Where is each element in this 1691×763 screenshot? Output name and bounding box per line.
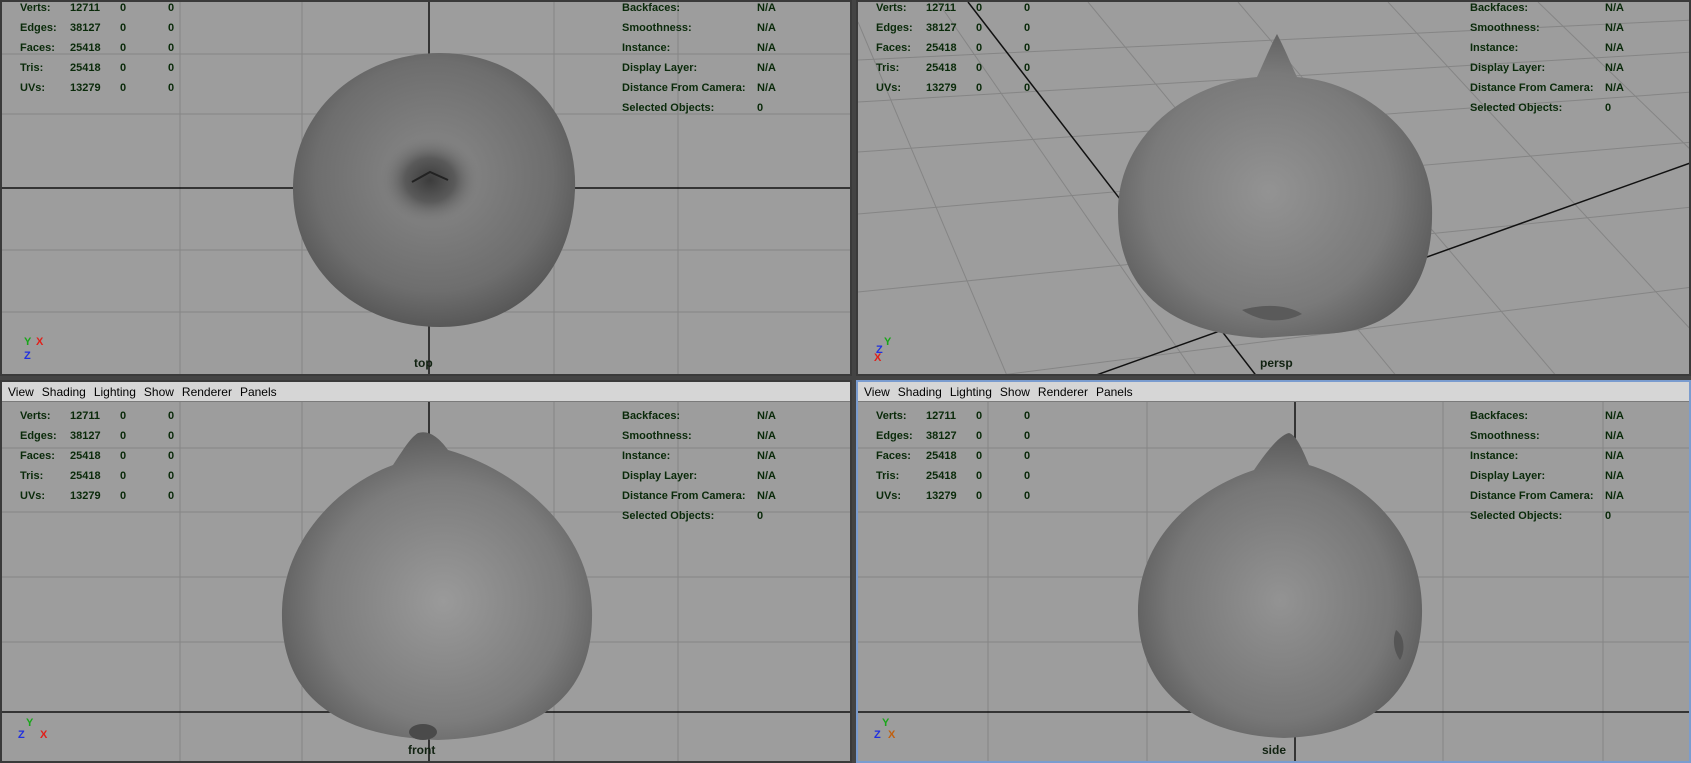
menu-shading[interactable]: Shading (898, 385, 942, 399)
menu-view[interactable]: View (8, 385, 34, 399)
stats-hud-left: Verts: 12711 0 0 Edges: 38127 0 0 Faces: 25418 0… (876, 410, 1031, 502)
stats-hud-left: Verts: 12711 0 0 Edges: 38127 0 0 Faces: 25418 0… (20, 410, 175, 502)
menu-show[interactable]: Show (144, 385, 174, 399)
model-persp-view (1118, 34, 1433, 338)
menu-view[interactable]: View (864, 385, 890, 399)
stats-hud-left: Verts: 12711 0 0 Edges: 38127 0 0 Faces: 25418 0… (876, 2, 1031, 94)
menu-lighting[interactable]: Lighting (950, 385, 992, 399)
camera-label: front (408, 743, 436, 757)
menu-shading[interactable]: Shading (42, 385, 86, 399)
panel-menubar: View Shading Lighting Show Renderer Pane… (858, 382, 1689, 402)
panel-front[interactable]: View Shading Lighting Show Renderer Pane… (0, 380, 852, 763)
camera-label: persp (1260, 356, 1293, 370)
menu-panels[interactable]: Panels (240, 385, 277, 399)
display-hud-right: Backfaces: N/A Smoothness: N/A Instance: N/… (1470, 410, 1624, 522)
model-top-view (292, 53, 576, 327)
axis-gizmo: Y Z X (874, 717, 896, 741)
menu-show[interactable]: Show (1000, 385, 1030, 399)
stats-hud-left: Verts: 12711 0 0 Edges: 38127 0 0 Faces: 25418 0… (20, 2, 175, 94)
display-hud-right: Backfaces: N/A Smoothness: N/A Instance: N/… (622, 2, 776, 114)
model-side-view (1137, 433, 1423, 738)
menu-lighting[interactable]: Lighting (94, 385, 136, 399)
panel-side[interactable]: View Shading Lighting Show Renderer Pane… (856, 380, 1691, 763)
axis-gizmo: Y Z X (874, 336, 892, 364)
panel-top[interactable]: Verts: 12711 0 0 Edges: 38127 0 0 Faces: 25418 0… (0, 0, 852, 376)
display-hud-right: Backfaces: N/A Smoothness: N/A Instance: N/… (1470, 2, 1624, 114)
axis-gizmo: Y Z X (18, 717, 48, 741)
menu-renderer[interactable]: Renderer (182, 385, 232, 399)
camera-label: top (414, 356, 433, 370)
axis-gizmo: Y X Z (24, 336, 44, 362)
menu-renderer[interactable]: Renderer (1038, 385, 1088, 399)
panel-persp[interactable]: Verts: 12711 0 0 Edges: 38127 0 0 Faces: 25418 0… (856, 0, 1691, 376)
menu-panels[interactable]: Panels (1096, 385, 1133, 399)
model-front-view (281, 432, 593, 740)
panel-menubar: View Shading Lighting Show Renderer Pane… (2, 382, 850, 402)
camera-label: side (1262, 743, 1287, 757)
display-hud-right: Backfaces: N/A Smoothness: N/A Instance: N/… (622, 410, 776, 522)
